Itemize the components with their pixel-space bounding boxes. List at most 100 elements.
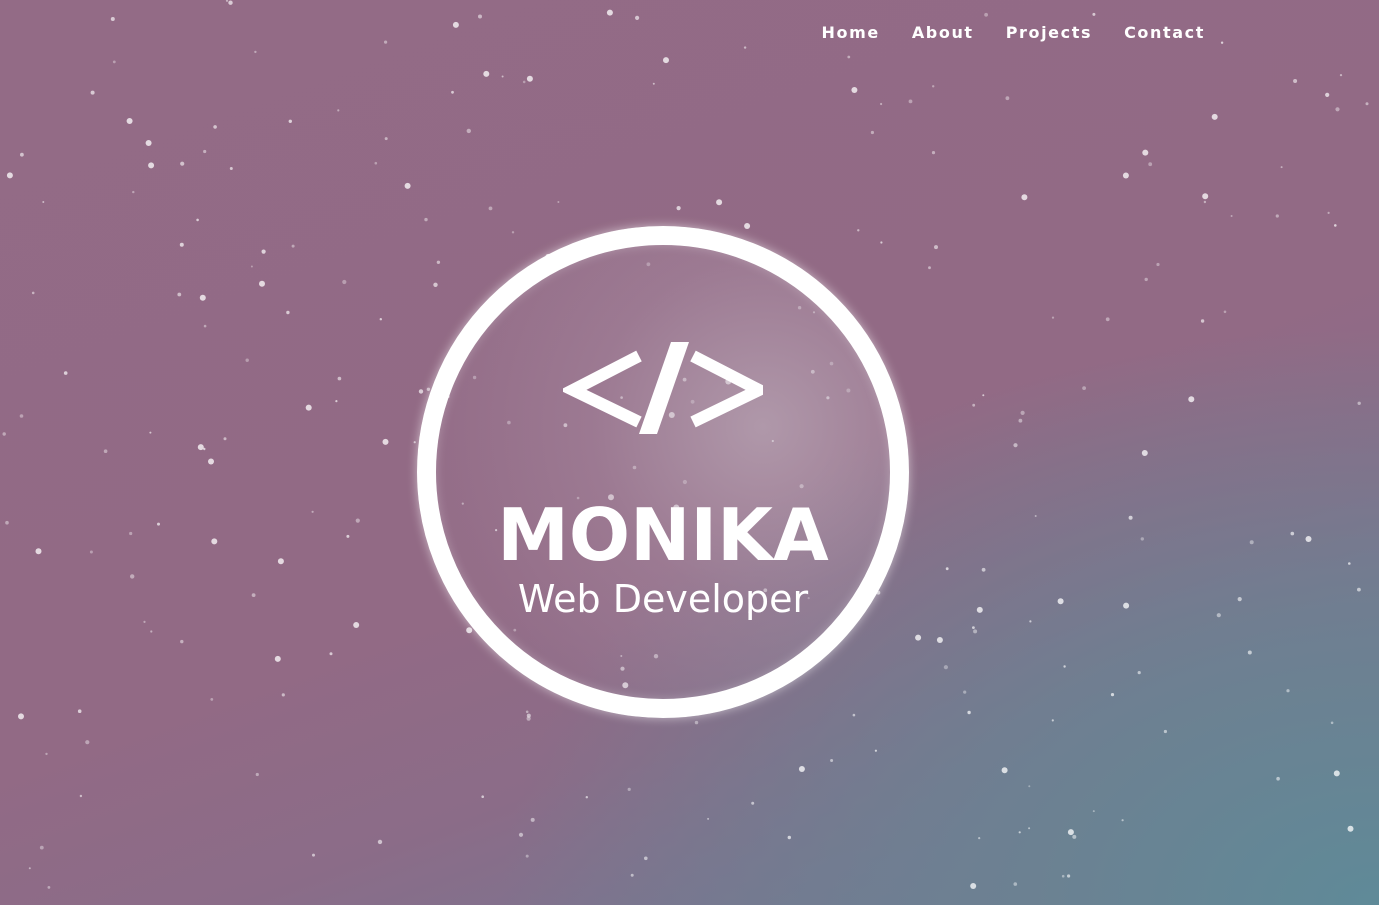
star-dot	[126, 118, 133, 124]
star-dot	[20, 152, 24, 157]
star-dot	[972, 403, 976, 407]
star-dot	[199, 294, 206, 301]
star-dot	[627, 787, 631, 792]
star-dot	[743, 46, 747, 49]
star-dot	[203, 447, 206, 451]
star-dot	[1249, 540, 1254, 545]
star-dot	[311, 510, 314, 513]
star-dot	[1018, 418, 1023, 423]
star-dot	[1357, 401, 1361, 405]
star-dot	[1330, 721, 1334, 725]
star-dot	[1082, 386, 1086, 390]
star-dot	[143, 620, 146, 624]
star-dot	[1005, 96, 1010, 101]
star-dot	[274, 655, 281, 662]
star-dot	[18, 713, 24, 720]
star-dot	[1137, 671, 1141, 675]
star-dot	[936, 637, 943, 643]
star-dot	[530, 817, 535, 822]
star-dot	[346, 534, 350, 538]
star-dot	[943, 665, 949, 670]
star-dot	[522, 80, 526, 84]
logo-circle	[417, 226, 909, 718]
star-dot	[424, 217, 428, 222]
star-dot	[976, 606, 983, 613]
star-dot	[1237, 597, 1242, 602]
star-dot	[384, 40, 388, 44]
star-dot	[874, 749, 878, 752]
star-dot	[210, 698, 214, 701]
star-dot	[478, 14, 482, 19]
star-dot	[1020, 410, 1025, 415]
star-dot	[970, 883, 977, 889]
star-dot	[1220, 41, 1224, 44]
star-dot	[85, 740, 90, 745]
star-dot	[404, 182, 411, 189]
star-dot	[353, 622, 360, 628]
star-dot	[1163, 729, 1167, 734]
star-dot	[798, 766, 805, 772]
star-dot	[228, 0, 233, 5]
star-dot	[413, 441, 416, 444]
star-dot	[211, 538, 218, 545]
star-dot	[337, 376, 342, 381]
star-dot	[1290, 531, 1295, 536]
star-dot	[1122, 172, 1129, 179]
star-dot	[452, 21, 459, 28]
star-dot	[281, 693, 285, 697]
star-dot	[1286, 689, 1290, 693]
star-dot	[1018, 831, 1021, 834]
star-dot	[1347, 825, 1354, 832]
star-dot	[157, 522, 160, 526]
star-dot	[1067, 874, 1071, 878]
star-dot	[676, 206, 681, 211]
star-dot	[630, 873, 634, 877]
star-dot	[2, 432, 6, 436]
star-dot	[483, 70, 490, 77]
star-dot	[716, 199, 723, 206]
star-dot	[606, 9, 613, 16]
star-dot	[255, 772, 259, 777]
star-dot	[1121, 819, 1124, 822]
star-dot	[1072, 834, 1077, 839]
nav-link-home[interactable]: Home	[806, 22, 896, 44]
star-dot	[335, 400, 338, 403]
star-dot	[928, 266, 931, 270]
star-dot	[90, 90, 95, 95]
star-dot	[112, 60, 116, 64]
nav-link-about[interactable]: About	[896, 22, 990, 44]
star-dot	[870, 130, 875, 135]
star-dot	[1061, 874, 1065, 878]
star-dot	[180, 161, 185, 166]
star-dot	[377, 839, 383, 845]
star-dot	[223, 437, 227, 441]
star-dot	[261, 249, 266, 254]
star-dot	[1034, 515, 1037, 517]
star-dot	[972, 626, 975, 629]
star-dot	[229, 167, 233, 170]
nav-link-projects[interactable]: Projects	[990, 22, 1108, 44]
star-dot	[908, 99, 913, 104]
star-dot	[1357, 587, 1361, 592]
star-dot	[31, 291, 35, 295]
star-dot	[830, 759, 834, 762]
nav-link-contact[interactable]: Contact	[1108, 22, 1221, 44]
star-dot	[1365, 102, 1369, 106]
star-dot	[751, 801, 755, 805]
star-dot	[28, 867, 31, 870]
star-dot	[130, 574, 135, 579]
star-dot	[526, 75, 533, 82]
star-dot	[145, 140, 152, 146]
star-dot	[1325, 92, 1330, 97]
star-dot	[45, 752, 48, 756]
star-dot	[1230, 215, 1233, 217]
star-dot	[103, 449, 108, 454]
star-dot	[149, 431, 152, 434]
star-dot	[880, 102, 883, 106]
star-dot	[1348, 562, 1351, 565]
star-dot	[6, 172, 13, 179]
star-dot	[934, 245, 938, 250]
star-dot	[197, 444, 204, 451]
star-dot	[1188, 396, 1195, 403]
star-dot	[39, 845, 44, 850]
